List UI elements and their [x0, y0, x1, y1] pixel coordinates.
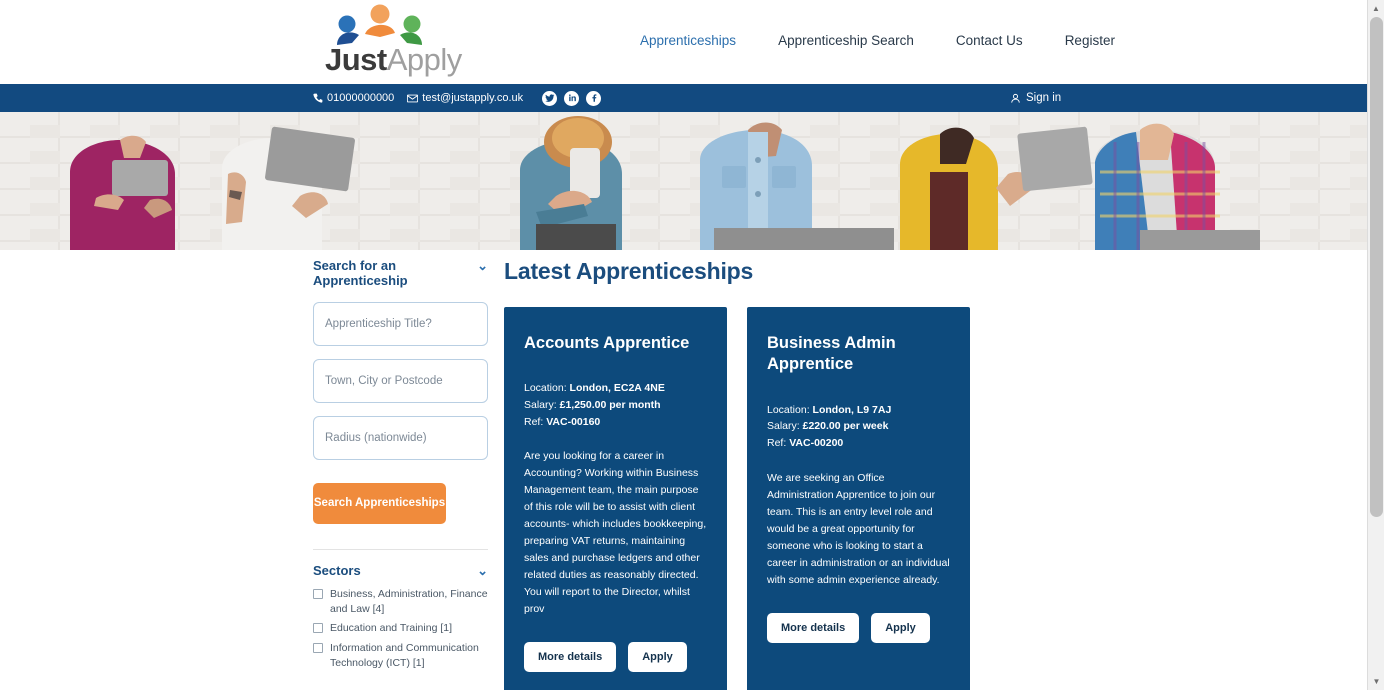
nav-item-contact-us[interactable]: Contact Us [956, 33, 1023, 48]
scroll-up-arrow-icon[interactable]: ▲ [1368, 0, 1384, 17]
ref-value: VAC-00160 [546, 415, 601, 428]
checkbox-education-training[interactable] [313, 623, 323, 634]
location-value: London, L9 7AJ [812, 403, 892, 416]
logo-word-just: Just [325, 42, 387, 77]
main-navigation: Apprenticeships Apprenticeship Search Co… [640, 33, 1115, 48]
site-header: JustApply Apprenticeships Apprenticeship… [0, 0, 1384, 84]
phone-link[interactable]: 01000000000 [313, 92, 394, 104]
logo-word-apply: Apply [386, 42, 463, 77]
sidebar-divider [313, 548, 488, 550]
card-salary-row: Salary: £220.00 per week [767, 418, 950, 435]
email-link[interactable]: test@justapply.co.uk [407, 92, 523, 104]
card-location-row: Location: London, L9 7AJ [767, 402, 950, 419]
card-salary-row: Salary: £1,250.00 per month [524, 397, 707, 414]
search-input-location[interactable]: Town, City or Postcode [313, 358, 488, 403]
sector-label: Information and Communication Technology… [330, 642, 479, 670]
card-actions: More details Apply [767, 612, 950, 643]
twitter-icon[interactable] [542, 90, 558, 106]
apply-button[interactable]: Apply [871, 612, 930, 643]
card-description: Are you looking for a career in Accounti… [524, 450, 707, 616]
salary-label: Salary: [524, 399, 557, 412]
signin-link[interactable]: Sign in [1010, 92, 1061, 104]
chevron-down-icon-sectors[interactable]: ⌄ [477, 564, 488, 577]
card-ref-row: Ref: VAC-00200 [767, 435, 950, 452]
phone-number: 01000000000 [327, 92, 395, 104]
contact-bar-left: 01000000000 test@justapply.co.uk [313, 90, 602, 106]
more-details-button[interactable]: More details [524, 642, 617, 673]
card-meta: Location: London, L9 7AJ Salary: £220.00… [767, 402, 950, 452]
ref-value: VAC-00200 [789, 437, 844, 450]
contact-bar: 01000000000 test@justapply.co.uk Sign in [0, 84, 1367, 112]
checkbox-business-admin[interactable] [313, 588, 323, 599]
card-description: We are seeking an Office Administration … [767, 471, 950, 586]
search-apprenticeships-button[interactable]: Search Apprenticeships [313, 482, 446, 524]
salary-label: Salary: [767, 420, 800, 433]
search-input-location-placeholder: Town, City or Postcode [325, 374, 443, 387]
sector-label: Education and Training [1] [330, 622, 453, 635]
search-panel-header[interactable]: Search for an Apprenticeship ⌄ [313, 258, 488, 289]
search-input-title-placeholder: Apprenticeship Title? [325, 317, 432, 330]
apprenticeship-card[interactable]: Accounts Apprentice Location: London, EC… [504, 307, 727, 690]
user-icon [1011, 93, 1020, 103]
location-value: London, EC2A 4NE [569, 382, 665, 395]
chevron-down-icon[interactable]: ⌄ [477, 259, 488, 272]
page-title: Latest Apprenticeships [504, 258, 754, 284]
envelope-icon [407, 94, 419, 102]
phone-icon [313, 93, 323, 103]
scroll-down-arrow-icon[interactable]: ▼ [1368, 673, 1384, 690]
card-location-row: Location: London, EC2A 4NE [524, 380, 707, 397]
sectors-filter-header[interactable]: Sectors ⌄ [313, 563, 488, 578]
sector-checkbox-row[interactable]: Information and Communication Technology… [313, 641, 488, 671]
search-panel-title: Search for an Apprenticeship [313, 258, 408, 289]
sector-label: Business, Administration, Finance and La… [330, 587, 488, 615]
checkbox-ict[interactable] [313, 643, 323, 654]
card-meta: Location: London, EC2A 4NE Salary: £1,25… [524, 380, 707, 430]
apprenticeship-card-grid: Accounts Apprentice Location: London, EC… [504, 307, 974, 690]
card-title: Accounts Apprentice [524, 334, 690, 352]
email-address: test@justapply.co.uk [422, 92, 524, 104]
nav-item-apprenticeships[interactable]: Apprenticeships [640, 33, 736, 48]
main-content: Search for an Apprenticeship ⌄ Apprentic… [0, 250, 1367, 690]
sector-checkbox-row[interactable]: Education and Training [1] [313, 621, 488, 636]
signin-label: Sign in [1026, 92, 1062, 104]
scrollbar-thumb[interactable] [1370, 17, 1383, 517]
card-title: Business Admin Apprentice [767, 334, 896, 374]
search-input-radius-placeholder: Radius (nationwide) [325, 431, 427, 444]
nav-item-register[interactable]: Register [1065, 33, 1115, 48]
card-ref-row: Ref: VAC-00160 [524, 414, 707, 431]
results-panel: Latest Apprenticeships Accounts Apprenti… [504, 258, 974, 690]
vertical-scrollbar[interactable]: ▲ ▼ [1367, 0, 1384, 690]
linkedin-icon[interactable] [564, 90, 580, 106]
logo-figures-icon [325, 4, 435, 46]
more-details-button[interactable]: More details [767, 612, 860, 643]
nav-item-apprenticeship-search[interactable]: Apprenticeship Search [778, 33, 914, 48]
sectors-title: Sectors [313, 562, 361, 578]
location-label: Location: [524, 382, 567, 395]
logo[interactable]: JustApply [325, 4, 462, 77]
location-label: Location: [767, 403, 810, 416]
search-sidebar: Search for an Apprenticeship ⌄ Apprentic… [313, 258, 488, 676]
sector-checkbox-row[interactable]: Business, Administration, Finance and La… [313, 587, 488, 617]
sectors-list: Business, Administration, Finance and La… [313, 587, 488, 672]
apprenticeship-card[interactable]: Business Admin Apprentice Location: Lond… [747, 307, 970, 690]
search-input-title[interactable]: Apprenticeship Title? [313, 301, 488, 346]
salary-value: £1,250.00 per month [559, 399, 661, 412]
ref-label: Ref: [524, 415, 544, 428]
salary-value: £220.00 per week [802, 420, 889, 433]
hero-banner-image [0, 112, 1367, 250]
logo-wordmark: JustApply [325, 42, 462, 77]
ref-label: Ref: [767, 437, 787, 450]
card-actions: More details Apply [524, 642, 707, 673]
facebook-icon[interactable] [586, 90, 602, 106]
page-root: JustApply Apprenticeships Apprenticeship… [0, 0, 1384, 690]
apply-button[interactable]: Apply [628, 642, 687, 673]
social-links [542, 90, 602, 106]
search-input-radius[interactable]: Radius (nationwide) [313, 415, 488, 460]
